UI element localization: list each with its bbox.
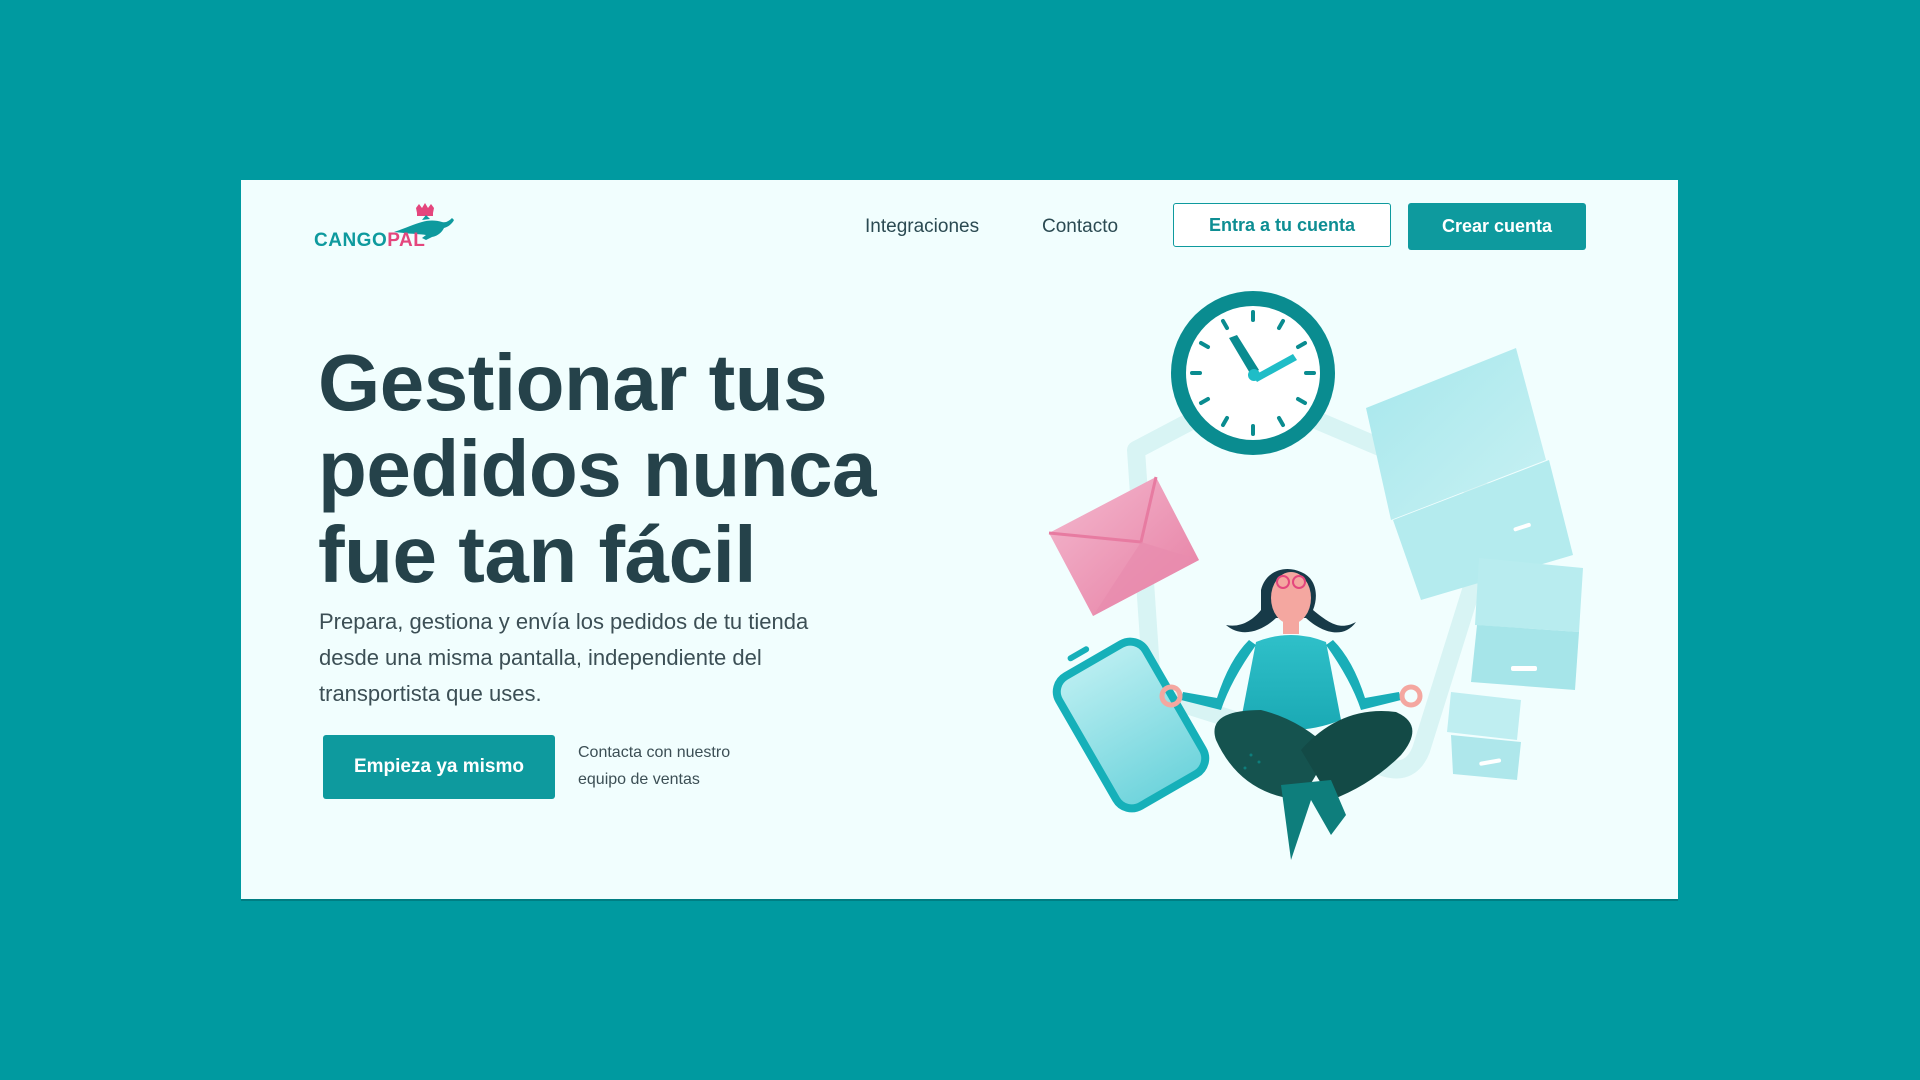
hero-headline: Gestionar tus pedidos nunca fue tan fáci… <box>318 340 958 598</box>
clock-icon <box>1171 291 1335 455</box>
headline-line-3: fue tan fácil <box>318 510 757 599</box>
start-now-button[interactable]: Empieza ya mismo <box>323 735 555 799</box>
envelope-icon <box>1048 476 1199 616</box>
phone-icon <box>1052 637 1210 813</box>
hero-illustration <box>1048 291 1583 860</box>
contact-line-1: Contacta con nuestro <box>578 744 731 761</box>
headline-line-1: Gestionar tus <box>318 338 828 427</box>
subtitle-line-3: transportista que uses. <box>319 681 542 706</box>
hero-subtitle: Prepara, gestiona y envía los pedidos de… <box>319 604 899 712</box>
contact-line-2: equipo de ventas <box>578 771 700 788</box>
logo-wordmark: CANGOPAL <box>314 230 425 252</box>
logo-part-2: PAL <box>387 230 426 251</box>
subtitle-line-2: desde una misma pantalla, independiente … <box>319 645 762 670</box>
nav-link-contacto[interactable]: Contacto <box>1042 216 1118 238</box>
landing-card: CANGOPAL Integraciones Contacto Entra a … <box>241 180 1678 899</box>
nav-link-integraciones[interactable]: Integraciones <box>865 216 979 238</box>
brand-logo[interactable]: CANGOPAL <box>314 202 454 252</box>
login-button[interactable]: Entra a tu cuenta <box>1173 203 1391 247</box>
contact-sales-link[interactable]: Contacta con nuestro equipo de ventas <box>578 739 778 793</box>
subtitle-line-1: Prepara, gestiona y envía los pedidos de… <box>319 609 809 634</box>
headline-line-2: pedidos nunca <box>318 424 877 513</box>
logo-part-1: CANGO <box>314 230 388 251</box>
create-account-button[interactable]: Crear cuenta <box>1408 203 1586 250</box>
